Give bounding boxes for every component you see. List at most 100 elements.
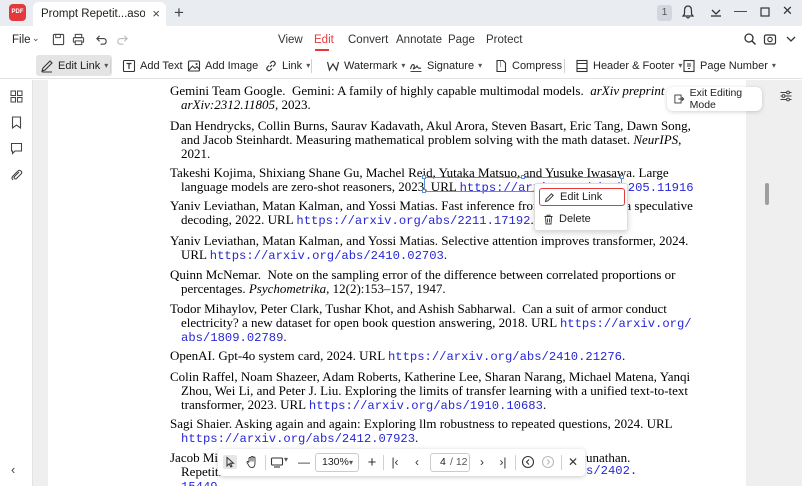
- reference-url-link[interactable]: abs/1809.02789: [181, 331, 283, 345]
- previous-page-button[interactable]: ‹: [408, 453, 426, 472]
- thumbnails-icon[interactable]: [10, 90, 23, 103]
- reference-url-link[interactable]: https://arxiv.org/abs/2410.21276: [388, 350, 622, 364]
- reference-url-link[interactable]: https://arxiv.org/abs/2410.02703: [210, 249, 444, 263]
- edit-link-tool[interactable]: Edit Link ▾: [36, 55, 113, 76]
- reference-line: transformer, 2023. URL https://arxiv.org…: [181, 397, 547, 413]
- add-text-button[interactable]: Add Text: [118, 55, 187, 76]
- tab-view[interactable]: View: [278, 34, 303, 46]
- resize-handle[interactable]: [422, 175, 426, 179]
- reference-line: OpenAI. Gpt-4o system card, 2024. URL ht…: [170, 348, 626, 364]
- reference-line: arXiv:2312.11805, 2023.: [181, 97, 311, 112]
- signature-button[interactable]: Signature ▾: [405, 55, 486, 76]
- delete-menu-item[interactable]: Delete: [539, 210, 625, 228]
- resize-handle[interactable]: [521, 175, 525, 179]
- watermark-button[interactable]: Watermark ▾: [322, 55, 409, 76]
- watermark-icon: [326, 61, 340, 72]
- document-tab[interactable]: Prompt Repetit...asoning LLMs * ×: [33, 2, 166, 26]
- compress-button[interactable]: Compress: [490, 55, 566, 76]
- next-page-button[interactable]: ›: [473, 453, 491, 472]
- link-context-menu: Edit Link Delete: [534, 183, 628, 231]
- minimize-button[interactable]: —: [734, 3, 747, 18]
- hand-tool-icon[interactable]: [245, 455, 259, 469]
- reference-line: URL https://arxiv.org/abs/2410.02703.: [181, 247, 448, 263]
- tab-convert[interactable]: Convert: [348, 34, 388, 46]
- forward-icon[interactable]: [541, 455, 555, 469]
- expand-icon[interactable]: [784, 32, 798, 46]
- reference-line: https://arxiv.org/abs/2412.07923.: [181, 430, 419, 446]
- screenshot-icon[interactable]: [763, 32, 777, 46]
- chevron-down-icon[interactable]: ▾: [284, 455, 288, 464]
- minimize-to-tray-icon[interactable]: [708, 4, 724, 20]
- page-number-button[interactable]: Page Number ▾: [678, 55, 780, 76]
- collapse-sidebar-icon[interactable]: ‹: [11, 462, 15, 477]
- edit-link-menu-item[interactable]: Edit Link: [539, 188, 625, 206]
- zoom-in-button[interactable]: +: [363, 453, 381, 472]
- toolbar-divider: [311, 59, 312, 73]
- zoom-out-button[interactable]: —: [295, 453, 313, 472]
- first-page-button[interactable]: |‹: [386, 453, 404, 472]
- tab-annotate[interactable]: Annotate: [396, 34, 442, 46]
- app-logo: PDF: [9, 4, 26, 21]
- header-footer-button[interactable]: Header & Footer ▾: [571, 55, 686, 76]
- close-navigation-button[interactable]: ✕: [564, 453, 582, 472]
- reference-line: decoding, 2022. URL https://arxiv.org/ab…: [181, 212, 534, 228]
- undo-icon[interactable]: [95, 33, 108, 46]
- toolbar-divider: [564, 59, 565, 73]
- header-footer-icon: [576, 59, 588, 72]
- exit-editing-mode-button[interactable]: Exit Editing Mode: [667, 87, 762, 111]
- reference-url-link[interactable]: https://arxiv.org/: [560, 317, 692, 331]
- sliders-icon[interactable]: [779, 89, 793, 103]
- delete-menu-label: Delete: [559, 213, 591, 225]
- reference-line: Sagi Shaier. Asking again and again: Exp…: [170, 416, 673, 431]
- reference-url-link[interactable]: https://arxiv.org/abs/2211.17192: [296, 214, 530, 228]
- close-window-button[interactable]: ✕: [782, 3, 793, 19]
- chevron-down-icon: ▾: [104, 61, 109, 70]
- link-button[interactable]: Link ▾: [260, 55, 314, 76]
- notification-count-badge[interactable]: 1: [657, 5, 672, 21]
- reference-url-link[interactable]: https://arxiv.org/abs/2412.07923: [181, 432, 415, 446]
- bookmark-icon[interactable]: [10, 116, 23, 129]
- bell-icon[interactable]: [680, 4, 696, 20]
- add-text-label: Add Text: [140, 59, 183, 72]
- add-image-button[interactable]: Add Image: [183, 55, 262, 76]
- tab-protect[interactable]: Protect: [486, 34, 522, 46]
- nav-divider: [561, 455, 562, 470]
- link-icon: [266, 60, 276, 71]
- attachment-icon[interactable]: [10, 168, 23, 181]
- tab-edit[interactable]: Edit: [314, 34, 334, 46]
- new-tab-button[interactable]: +: [174, 3, 184, 23]
- comment-icon[interactable]: [10, 142, 23, 155]
- close-tab-icon[interactable]: ×: [152, 6, 160, 21]
- reference-url-link[interactable]: https://arxiv.org/abs/1910.10683: [309, 399, 543, 413]
- reference-line: 15449.: [181, 479, 221, 486]
- file-menu[interactable]: File: [12, 34, 31, 46]
- last-page-button[interactable]: ›|: [494, 453, 512, 472]
- resize-handle[interactable]: [620, 175, 624, 179]
- reference-url-tail[interactable]: s/2402.: [586, 464, 637, 479]
- nav-divider: [383, 455, 384, 470]
- reference-url-link[interactable]: 15449: [181, 480, 218, 486]
- chevron-down-icon[interactable]: ⌄: [32, 33, 40, 44]
- exit-editing-label: Exit Editing Mode: [689, 87, 743, 111]
- zoom-level-select[interactable]: 130% ▾: [315, 453, 359, 472]
- reference-line: percentages. Psychometrika, 12(2):153–15…: [181, 281, 446, 296]
- back-icon[interactable]: [521, 455, 535, 469]
- signature-icon: [409, 63, 422, 72]
- page-navigation-bar: ▾ — 130% ▾ + |‹ ‹ 4 / 12 › ›| ✕: [218, 449, 585, 476]
- tab-page[interactable]: Page: [448, 34, 475, 46]
- redo-icon[interactable]: [116, 33, 129, 46]
- save-icon[interactable]: [52, 33, 65, 46]
- maximize-button[interactable]: [757, 4, 773, 20]
- scrollbar-thumb[interactable]: [765, 183, 769, 205]
- resize-handle[interactable]: [422, 189, 426, 193]
- toolbar-divider: [110, 59, 111, 73]
- select-cursor-icon[interactable]: [223, 455, 237, 469]
- signature-label: Signature: [427, 59, 475, 72]
- print-icon[interactable]: [72, 33, 85, 46]
- search-icon[interactable]: [743, 32, 757, 46]
- active-tab-underline: [315, 49, 329, 51]
- left-sidebar: ‹: [0, 80, 33, 486]
- view-mode-icon[interactable]: [270, 455, 284, 469]
- image-icon: [187, 59, 201, 72]
- trash-icon: [544, 214, 553, 224]
